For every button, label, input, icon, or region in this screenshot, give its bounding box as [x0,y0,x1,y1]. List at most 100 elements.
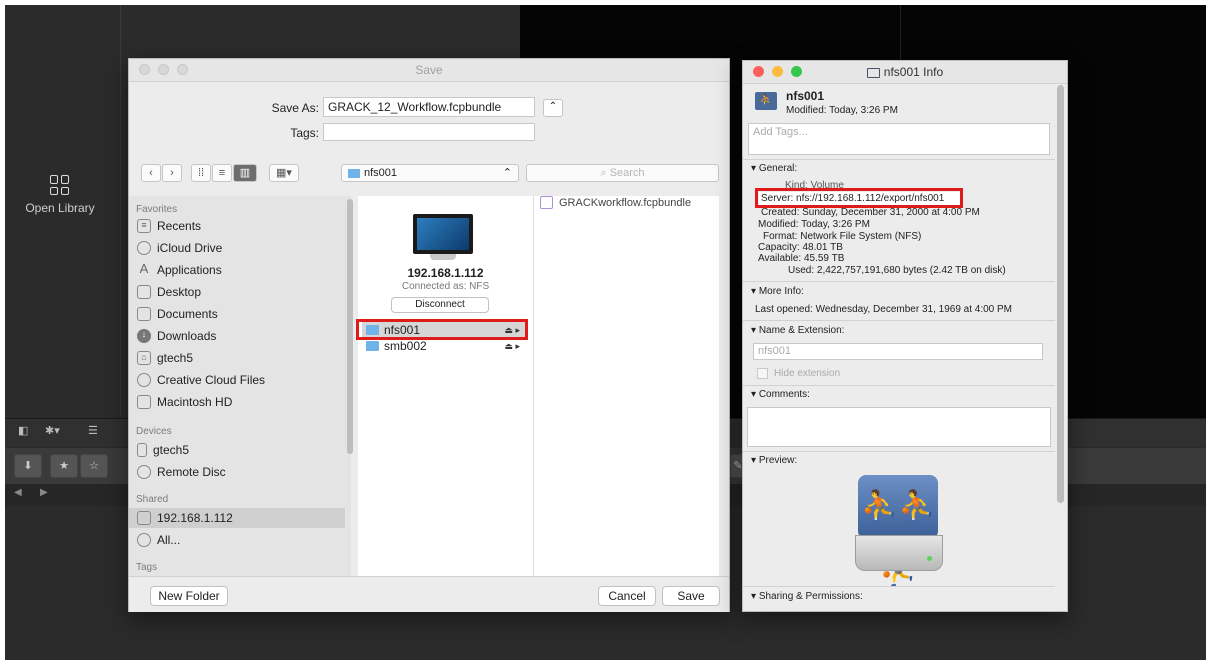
network-drive-preview-icon: ⛹⛹⛹ [853,475,943,587]
sidebar-item-label: Applications [157,263,222,277]
column-view-button[interactable]: ▥ [233,164,257,182]
close-icon[interactable] [753,66,764,77]
arrange-button[interactable]: ▦▾ [269,164,299,182]
creative-cloud-icon [137,373,151,387]
hide-extension-checkbox[interactable]: Hide extension [757,368,840,379]
file-item[interactable]: GRACKworkflow.fcpbundle [540,196,691,209]
cloud-icon [137,241,151,255]
sidebar-item-recents[interactable]: ≡ Recents [137,216,201,236]
name-extension-section-toggle[interactable]: ▾ Name & Extension: [751,325,844,336]
favorites-header: Favorites [136,204,178,215]
save-button[interactable]: Save [662,586,720,606]
sidebar-item-downloads[interactable]: ↓ Downloads [137,326,216,346]
divider [743,159,1055,160]
name-field[interactable]: nfs001 [753,343,1043,360]
name-extension-header: Name & Extension: [758,325,845,336]
forward-arrow-icon[interactable]: ▶ [40,487,48,498]
divider [120,5,121,417]
info-titlebar: nfs001 Info [743,61,1067,84]
sharing-section-toggle[interactable]: ▾ Sharing & Permissions: [751,591,863,602]
eject-icon[interactable]: ⏏ ▸ [504,341,520,352]
applications-icon: A [139,261,149,276]
downloads-icon: ↓ [137,329,151,343]
icon-view-button[interactable]: ⁞⁞ [191,164,211,182]
last-opened-line: Last opened: Wednesday, December 31, 196… [755,304,1013,315]
save-title: Save [415,63,443,77]
minimize-icon[interactable] [772,66,783,77]
divider [743,586,1055,587]
expand-dialog-button[interactable]: ⌃ [543,99,563,117]
forward-button[interactable]: › [162,164,182,182]
sidebar-item-all[interactable]: All... [137,530,180,550]
info-name: nfs001 [786,89,825,103]
recents-icon: ≡ [137,219,151,233]
monitor-stand [430,254,456,260]
comments-field[interactable] [747,407,1051,447]
disconnect-button[interactable]: Disconnect [391,297,489,313]
sidebar-item-label: Creative Cloud Files [157,373,266,387]
chevron-updown-icon: ⌃ [502,167,512,179]
chevron-right-icon: › [170,167,174,179]
sidebar-item-label: Macintosh HD [157,395,233,409]
comments-section-toggle[interactable]: ▾ Comments: [751,389,810,400]
sidebar-item-gtech5-home[interactable]: ⌂ gtech5 [137,348,193,368]
save-as-field[interactable]: GRACK_12_Workflow.fcpbundle [323,97,535,117]
open-library-button[interactable]: Open Library [20,175,100,215]
unrate-icon[interactable]: ☆ [80,454,108,478]
sidebar-item-icloud[interactable]: iCloud Drive [137,238,222,258]
cancel-button[interactable]: Cancel [598,586,656,606]
sidebar-item-documents[interactable]: Documents [137,304,218,324]
import-icon[interactable]: ⬇ [14,454,42,478]
location-popup[interactable]: nfs001 ⌃ [341,164,519,182]
sidebar-item-remote-disc[interactable]: Remote Disc [137,462,226,482]
back-button[interactable]: ‹ [141,164,161,182]
zoom-icon[interactable] [791,66,802,77]
favorite-icon[interactable]: ★ [50,454,78,478]
open-library-label: Open Library [25,201,95,215]
new-folder-button[interactable]: New Folder [150,586,228,606]
more-info-header: More Info: [758,286,804,297]
info-title: nfs001 Info [883,65,944,79]
info-modified-header: Modified: Today, 3:26 PM [786,105,898,116]
location-label: nfs001 [364,167,398,179]
drive-body [855,535,943,571]
sidebar-item-gtech5-device[interactable]: gtech5 [137,440,189,460]
sidebar-item-label: Downloads [157,329,217,343]
clip-icon[interactable]: ◧ [18,424,28,440]
close-icon[interactable] [139,64,150,75]
add-tags-field[interactable]: Add Tags... [748,123,1050,155]
sidebar-scrollbar[interactable] [347,199,353,454]
arrange-icon: ▦▾ [276,167,292,179]
hide-extension-label: Hide extension [774,368,841,379]
tags-header: Tags [136,562,158,573]
disc-icon [137,465,151,479]
sidebar-item-label: Documents [157,307,218,321]
network-volume-icon: ⛹ [755,92,777,110]
chevron-left-icon: ‹ [149,167,153,179]
info-scrollbar[interactable] [1057,85,1064,503]
gear-icon[interactable]: ✱▾ [45,424,60,440]
preview-section-toggle[interactable]: ▾ Preview: [751,455,797,466]
sidebar-item-desktop[interactable]: Desktop [137,282,201,302]
search-icon: ⌕ [600,167,607,179]
volume-row-smb002[interactable]: smb002 ⏏ ▸ [362,338,528,354]
more-info-section-toggle[interactable]: ▾ More Info: [751,286,804,297]
minimize-icon[interactable] [158,64,169,75]
sidebar-item-label: gtech5 [157,351,194,365]
general-section-toggle[interactable]: ▾ General: [751,163,797,174]
list-view-button[interactable]: ≡ [212,164,232,182]
sidebar-item-applications[interactable]: A Applications [137,260,222,280]
highlight-box [356,319,528,340]
sidebar-item-creative-cloud[interactable]: Creative Cloud Files [137,370,265,390]
sidebar-item-server[interactable]: 192.168.1.112 [129,508,345,528]
tags-field[interactable] [323,123,535,141]
search-field[interactable]: ⌕ Search [526,164,719,182]
list-icon[interactable]: ☰ [88,424,98,440]
zoom-icon[interactable] [177,64,188,75]
sidebar-item-label: 192.168.1.112 [157,511,233,525]
back-arrow-icon[interactable]: ◀ [14,487,22,498]
monitor-icon [413,214,473,254]
sidebar-item-label: All... [157,533,181,547]
volume-label: smb002 [384,339,427,353]
sidebar-item-macintosh-hd[interactable]: Macintosh HD [137,392,232,412]
